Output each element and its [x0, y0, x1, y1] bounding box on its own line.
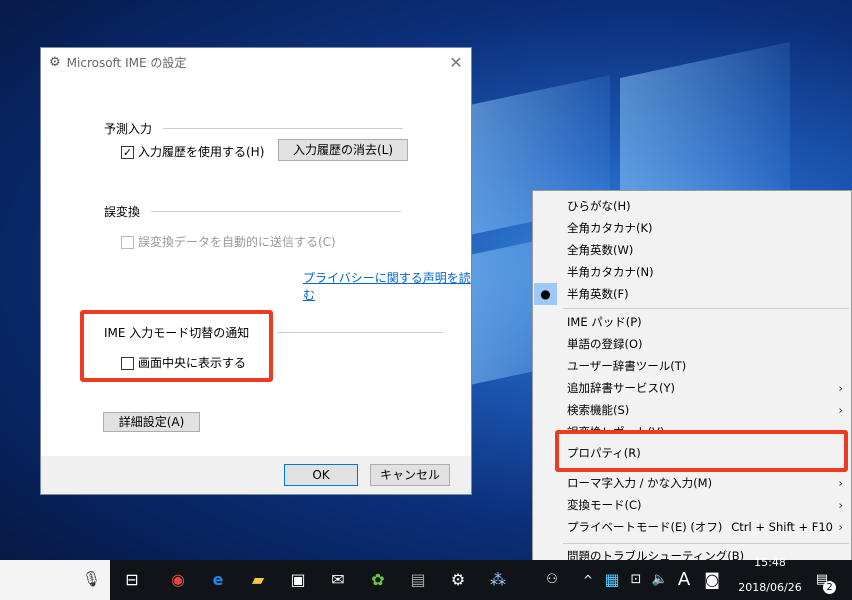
chevron-up-icon[interactable]: ^	[576, 568, 600, 592]
search-box[interactable]: 🎙	[0, 560, 110, 600]
dialog-footer: OK キャンセル	[41, 456, 471, 494]
task-view-icon[interactable]: ⊟	[120, 568, 144, 592]
chevron-right-icon: ›	[838, 381, 843, 395]
turtle-app-icon[interactable]: ✿	[366, 568, 390, 592]
microphone-icon[interactable]: 🎙	[82, 570, 101, 588]
menu-item-word-register[interactable]: 単語の登録(O)	[533, 333, 851, 355]
menu-item-ime-pad[interactable]: IME パッド(P)	[533, 311, 851, 333]
menu-item-zenkaku-eisu[interactable]: 全角英数(W)	[533, 239, 851, 261]
menu-item-private-mode[interactable]: プライベートモード(E) (オフ) Ctrl + Shift + F10 ›	[533, 516, 851, 538]
action-center-icon[interactable]: ▤ 2	[810, 568, 836, 594]
chevron-right-icon: ›	[838, 520, 843, 534]
volume-icon[interactable]: 🔈	[648, 568, 672, 592]
chevron-right-icon: ›	[838, 498, 843, 512]
ime-mode-indicator[interactable]: A	[672, 568, 696, 592]
checkbox-checked-icon: ✓	[121, 146, 134, 159]
app-tray-icon[interactable]: ▦	[600, 568, 624, 592]
menu-item-user-dictionary[interactable]: ユーザー辞書ツール(T)	[533, 355, 851, 377]
menu-item-hiragana[interactable]: ひらがな(H)	[533, 195, 851, 217]
store-icon[interactable]: ▣	[286, 568, 310, 592]
ime-settings-icon: ⚙	[49, 54, 61, 70]
menu-item-conversion-mode[interactable]: 変換モード(C) ›	[533, 494, 851, 516]
title-bar: ⚙ Microsoft IME の設定 ✕	[41, 48, 471, 76]
menu-item-hankaku-eisu[interactable]: 半角英数(F)	[533, 283, 851, 305]
ime-settings-icon[interactable]: ⁂	[486, 568, 510, 592]
menu-item-hankaku-katakana[interactable]: 半角カタカナ(N)	[533, 261, 851, 283]
clock-date[interactable]: 2018/06/26	[735, 581, 805, 594]
chevron-right-icon: ›	[838, 403, 843, 417]
settings-gear-icon[interactable]: ⚙	[446, 568, 470, 592]
advanced-settings-button[interactable]: 詳細設定(A)	[103, 412, 200, 432]
ime-j-icon[interactable]: ◙	[700, 568, 724, 592]
monitor-app-icon[interactable]: ▤	[406, 568, 430, 592]
checkbox-unchecked-icon	[121, 236, 134, 249]
notification-count: 2	[823, 581, 836, 594]
taskbar: 🎙 ⊟ ◉ e ▰ ▣ ✉ ✿ ▤ ⚙ ⁂ ⚇ ^ ▦ ⊡ 🔈 A ◙ 15:4…	[0, 556, 852, 600]
clock-time[interactable]: 15:48	[735, 556, 805, 569]
clear-history-button[interactable]: 入力履歴の消去(L)	[278, 139, 408, 161]
menu-item-search[interactable]: 検索機能(S) ›	[533, 399, 851, 421]
ime-context-menu: ● ひらがな(H) 全角カタカナ(K) 全角英数(W) 半角カタカナ(N) 半角…	[532, 190, 852, 570]
people-icon[interactable]: ⚇	[540, 568, 564, 592]
highlight-box-notification	[80, 310, 273, 382]
menu-item-zenkaku-katakana[interactable]: 全角カタカナ(K)	[533, 217, 851, 239]
shortcut-label: Ctrl + Shift + F10	[731, 520, 833, 534]
chevron-right-icon: ›	[838, 476, 843, 490]
menu-item-additional-dictionary[interactable]: 追加辞書サービス(Y) ›	[533, 377, 851, 399]
checkbox-label: 誤変換データを自動的に送信する(C)	[138, 235, 336, 249]
cancel-button[interactable]: キャンセル	[370, 464, 450, 486]
edge-icon[interactable]: e	[206, 568, 230, 592]
file-explorer-icon[interactable]: ▰	[246, 568, 270, 592]
section-heading-prediction: 予測入力	[104, 122, 153, 136]
chrome-icon[interactable]: ◉	[166, 568, 190, 592]
close-button[interactable]: ✕	[441, 53, 471, 72]
network-icon[interactable]: ⊡	[624, 568, 648, 592]
menu-item-romaji-kana[interactable]: ローマ字入力 / かな入力(M) ›	[533, 472, 851, 494]
mail-icon[interactable]: ✉	[326, 568, 350, 592]
highlight-box-properties	[555, 430, 848, 472]
section-heading-misconversion: 誤変換	[104, 205, 141, 219]
privacy-link[interactable]: プライバシーに関する声明を読む	[303, 269, 471, 303]
ime-settings-dialog: ⚙ Microsoft IME の設定 ✕ 予測入力 ✓ 入力履歴を使用する(H)…	[40, 47, 472, 495]
dialog-title: Microsoft IME の設定	[66, 55, 187, 70]
send-misconversion-checkbox[interactable]: 誤変換データを自動的に送信する(C)	[121, 233, 336, 250]
use-history-checkbox[interactable]: ✓ 入力履歴を使用する(H)	[121, 143, 264, 160]
ok-button[interactable]: OK	[284, 464, 358, 486]
checkbox-label: 入力履歴を使用する(H)	[138, 145, 265, 159]
